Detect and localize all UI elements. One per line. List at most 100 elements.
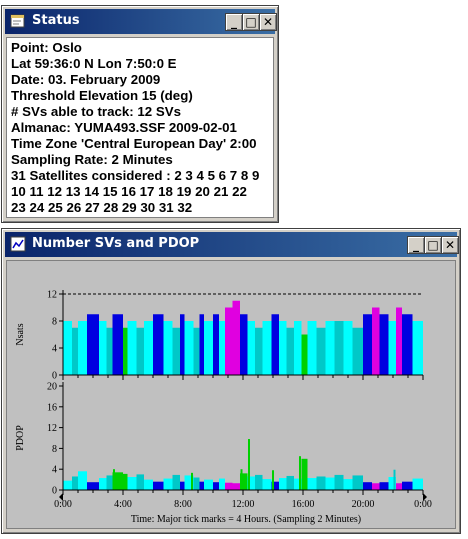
status-line: Lat 59:36:0 N Lon 7:50:0 E [11,56,177,71]
pdop-bar [262,479,272,490]
nsats-bar [112,314,123,375]
nsats-bar [325,321,335,375]
nsats-bar [163,321,173,375]
nsats-bar [106,327,113,375]
pdop-bar [87,482,99,490]
pdop-bar [127,477,137,490]
nsats-chart: 0 4 8 12 Nsats [15,290,424,382]
status-line: Threshold Elevation 15 (deg) [11,88,193,103]
plot-titlebar[interactable]: Number SVs and PDOP _ □ ✕ [5,232,459,257]
status-content: Point: Oslo Lat 59:36:0 N Lon 7:50:0 E D… [6,37,274,218]
nsats-bar [343,321,353,375]
nsats-bar [225,307,233,375]
nsats-bar [153,314,164,375]
pdop-spike [248,439,250,490]
nsats-bar [402,314,413,375]
status-maximize-button[interactable]: □ [242,13,260,31]
status-window-title: Status [32,13,80,28]
pdop-bar [372,483,380,490]
pdop-bar [316,476,326,490]
pdop-x-tick-label: 16:00 [292,499,315,510]
nsats-bar [219,321,225,375]
nsats-bar [334,321,344,375]
plot-minimize-button[interactable]: _ [407,236,425,254]
pdop-bar [343,479,353,490]
plot-maximize-button[interactable]: □ [424,236,442,254]
pdop-spike [299,456,301,490]
pdop-x-tick-label: 12:00 [232,499,255,510]
pdop-bar [219,478,225,490]
pdop-bar [72,476,78,490]
status-line: Almanac: YUMA493.SSF 2009-02-01 [11,120,237,135]
plot-content: 0 4 8 12 Nsats 0 4 8 12 16 20 PDOP 0:00 4:00 8:00 12:0… [6,260,456,529]
pdop-bar [99,478,107,490]
nsats-bar [247,321,255,375]
nsats-bar [213,314,219,375]
nsats-bar [316,327,326,375]
status-line: Point: Oslo [11,40,82,55]
status-close-button[interactable]: ✕ [259,13,277,31]
pdop-bar [396,483,402,490]
nsats-bar [279,321,287,375]
pdop-y-tick-label: 16 [47,402,57,413]
chart-window-icon [10,236,26,252]
pdop-y-tick-label: 4 [52,465,57,476]
status-line: 31 Satellites considered : 2 3 4 5 6 7 8… [11,168,260,183]
pdop-chart: 048121620PDOP0:00 4:00 8:00 12:00 16:00 20:00… [15,382,432,511]
nsats-bar [286,327,294,375]
nsats-y-tick-label: 4 [52,344,57,355]
pdop-bar [286,475,294,490]
pdop-spike [393,469,396,490]
nsats-bar [78,321,87,375]
pdop-y-tick-label: 0 [52,486,57,497]
status-titlebar[interactable]: Status _ □ ✕ [5,9,277,34]
nsats-y-tick-label: 12 [47,290,57,301]
nsats-bar [87,314,99,375]
pdop-bar [199,481,204,490]
nsats-bar [412,321,423,375]
pdop-bar [204,479,213,490]
pdop-bar [334,474,344,490]
pdop-spike [272,470,274,490]
pdop-x-tick-label: 4:00 [114,499,132,510]
nsats-bar [301,334,308,375]
nsats-bar [379,314,389,375]
pdop-bar [301,458,308,490]
nsats-y-tick-label: 8 [52,317,57,328]
plot-close-button[interactable]: ✕ [441,236,459,254]
pdop-y-tick-label: 20 [47,382,57,393]
status-line: # SVs able to track: 12 SVs [11,104,181,119]
nsats-bar [72,327,78,375]
nsats-bar [204,321,213,375]
pdop-bar [63,480,72,490]
status-line: Sampling Rate: 2 Minutes [11,152,173,167]
pdop-bar [193,477,200,490]
pdop-bar [279,478,287,490]
nsats-bar [193,327,200,375]
pdop-x-tick-label: 20:00 [352,499,375,510]
nsats-bar [127,321,137,375]
nsats-bar [232,300,240,375]
pdop-bar [255,474,263,490]
pdop-y-axis-label: PDOP [15,425,26,451]
pdop-bar [78,471,87,490]
pdop-bar [106,475,113,490]
nsats-bar [180,314,185,375]
nsats-bar [199,314,204,375]
status-line: Time Zone 'Central European Day' 2:00 [11,136,257,151]
pdop-bar [363,482,372,490]
nsats-bar [372,307,380,375]
pdop-bar [123,473,128,490]
nsats-bar [136,327,144,375]
status-window: Status _ □ ✕ Point: Oslo Lat 59:36:0 N L… [1,5,279,223]
status-line: 23 24 25 26 27 28 29 30 31 32 [11,200,193,215]
status-minimize-button[interactable]: _ [225,13,243,31]
nsats-bar [172,327,180,375]
nsats-bar [63,321,72,375]
nsats-bar [271,314,279,375]
plot-window: Number SVs and PDOP _ □ ✕ 0 4 8 12 Nsats 0 4 8… [1,228,461,534]
pdop-bar [163,478,173,490]
pdop-bar [136,474,144,490]
plot-canvas: 04812Nsats 048121620PDOP0:00 4:00 8:00 12:0… [15,290,432,526]
nsats-bar [396,307,402,375]
